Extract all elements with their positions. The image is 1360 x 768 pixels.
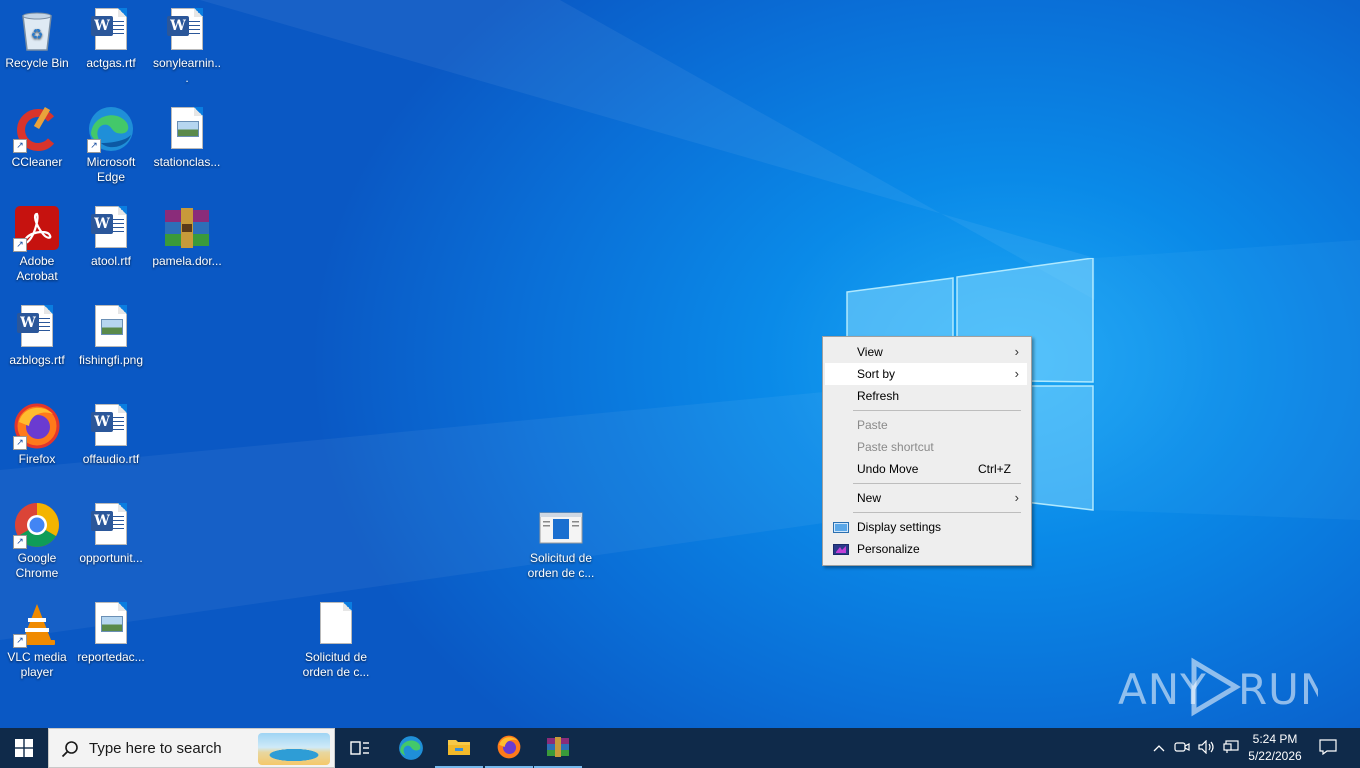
desktop-icon-sonylearnin[interactable]: W sonylearnin...: [150, 0, 224, 86]
desktop-icon-opportunit[interactable]: W opportunit...: [74, 495, 148, 566]
taskbar-task-view[interactable]: [336, 728, 384, 768]
task-view-icon: [350, 741, 369, 755]
menu-item-undo-move[interactable]: Undo Move Ctrl+Z: [825, 458, 1027, 480]
desktop-context-menu: View › Sort by › Refresh Paste Paste sho…: [822, 336, 1032, 566]
word-document-icon: W: [87, 6, 135, 54]
search-highlight-image: [258, 733, 330, 765]
menu-item-view[interactable]: View ›: [825, 341, 1027, 363]
desktop-icon-azblogs[interactable]: W azblogs.rtf: [0, 297, 74, 368]
desktop-icon-adobe-acrobat[interactable]: ↗ Adobe Acrobat: [0, 198, 74, 284]
recycle-bin-icon: ♻: [13, 6, 61, 54]
image-file-icon: [163, 105, 211, 153]
edge-icon: [399, 736, 423, 760]
desktop-icon-atool[interactable]: W atool.rtf: [74, 198, 148, 269]
windows-start-icon: [15, 739, 33, 757]
edge-icon: ↗: [87, 105, 135, 153]
display-settings-icon: [833, 520, 849, 534]
action-center-button[interactable]: [1312, 728, 1344, 768]
desktop-icon-vlc[interactable]: ↗ VLC media player: [0, 594, 74, 680]
tray-volume[interactable]: [1196, 728, 1218, 768]
clock-time: 5:24 PM: [1252, 732, 1298, 746]
taskbar-edge[interactable]: [387, 728, 435, 768]
desktop-icon-recycle-bin[interactable]: ♻ Recycle Bin: [0, 0, 74, 71]
desktop-icon-offaudio[interactable]: W offaudio.rtf: [74, 396, 148, 467]
desktop-icon-pamela[interactable]: pamela.dor...: [150, 198, 224, 269]
menu-separator: [853, 483, 1021, 484]
word-document-icon: W: [87, 204, 135, 252]
menu-item-refresh[interactable]: Refresh: [825, 385, 1027, 407]
notification-icon: [1319, 738, 1337, 758]
desktop-icon-ccleaner[interactable]: ↗ CCleaner: [0, 99, 74, 170]
desktop-icon-reportedac[interactable]: reportedac...: [74, 594, 148, 665]
show-hidden-icons-button[interactable]: [1150, 728, 1168, 768]
desktop-icon-actgas[interactable]: W actgas.rtf: [74, 0, 148, 71]
ccleaner-icon: ↗: [13, 105, 61, 153]
search-icon: [61, 741, 78, 758]
desktop-icon-stationclas[interactable]: stationclas...: [150, 99, 224, 170]
desktop-icon-solicitud-blank[interactable]: Solicitud de orden de c...: [299, 594, 373, 680]
desktop[interactable]: ♻ Recycle Bin ↗ CCleaner ↗ Adobe Acrobat: [0, 0, 1360, 728]
firefox-icon: ↗: [13, 402, 61, 450]
firefox-icon: [497, 735, 521, 759]
image-file-icon: [87, 600, 135, 648]
desktop-icon-fishingfi[interactable]: fishingfi.png: [74, 297, 148, 368]
tray-meet-now[interactable]: [1172, 728, 1192, 768]
desktop-icon-solicitud-exe[interactable]: Solicitud de orden de c...: [524, 495, 598, 581]
taskbar-winrar[interactable]: [534, 728, 582, 768]
start-button[interactable]: [0, 728, 48, 768]
shortcut-key-label: Ctrl+Z: [978, 462, 1011, 476]
taskbar: Type here to search 5:24 PM 5/22/2026: [0, 728, 1360, 768]
search-placeholder: Type here to search: [89, 740, 222, 757]
executable-file-icon: [537, 501, 585, 549]
chevron-right-icon: ›: [1014, 344, 1019, 359]
menu-separator: [853, 410, 1021, 411]
personalize-icon: [833, 542, 849, 556]
taskbar-file-explorer[interactable]: [435, 728, 483, 768]
desktop-icon-firefox[interactable]: ↗ Firefox: [0, 396, 74, 467]
network-icon: [1223, 739, 1239, 757]
speaker-icon: [1198, 739, 1216, 757]
vlc-icon: ↗: [13, 600, 61, 648]
menu-item-personalize[interactable]: Personalize: [825, 538, 1027, 560]
menu-item-sort-by[interactable]: Sort by ›: [825, 363, 1027, 385]
chrome-icon: ↗: [13, 501, 61, 549]
svg-text:RUN: RUN: [1238, 665, 1318, 714]
taskbar-firefox[interactable]: [485, 728, 533, 768]
winrar-archive-icon: [163, 204, 211, 252]
word-document-icon: W: [87, 402, 135, 450]
tray-network[interactable]: [1220, 728, 1242, 768]
menu-item-new[interactable]: New ›: [825, 487, 1027, 509]
chevron-up-icon: [1153, 741, 1165, 755]
camera-icon: [1174, 740, 1190, 757]
word-document-icon: W: [13, 303, 61, 351]
desktop-icon-microsoft-edge[interactable]: ↗ Microsoft Edge: [74, 99, 148, 185]
word-document-icon: W: [163, 6, 211, 54]
word-document-icon: W: [87, 501, 135, 549]
chevron-right-icon: ›: [1014, 366, 1019, 381]
taskbar-clock[interactable]: 5:24 PM 5/22/2026: [1242, 731, 1308, 765]
menu-item-display-settings[interactable]: Display settings: [825, 516, 1027, 538]
anyrun-watermark: ANY RUN: [1118, 656, 1331, 718]
menu-item-paste-shortcut[interactable]: Paste shortcut: [825, 436, 1027, 458]
menu-item-paste[interactable]: Paste: [825, 414, 1027, 436]
acrobat-icon: ↗: [13, 204, 61, 252]
menu-separator: [853, 512, 1021, 513]
blank-file-icon: [312, 600, 360, 648]
chevron-right-icon: ›: [1014, 490, 1019, 505]
winrar-icon: [547, 737, 569, 757]
svg-text:♻: ♻: [31, 26, 44, 42]
desktop-icon-google-chrome[interactable]: ↗ Google Chrome: [0, 495, 74, 581]
image-file-icon: [87, 303, 135, 351]
clock-date: 5/22/2026: [1248, 749, 1302, 763]
taskbar-search-box[interactable]: Type here to search: [48, 728, 335, 768]
folder-icon: [448, 740, 470, 755]
